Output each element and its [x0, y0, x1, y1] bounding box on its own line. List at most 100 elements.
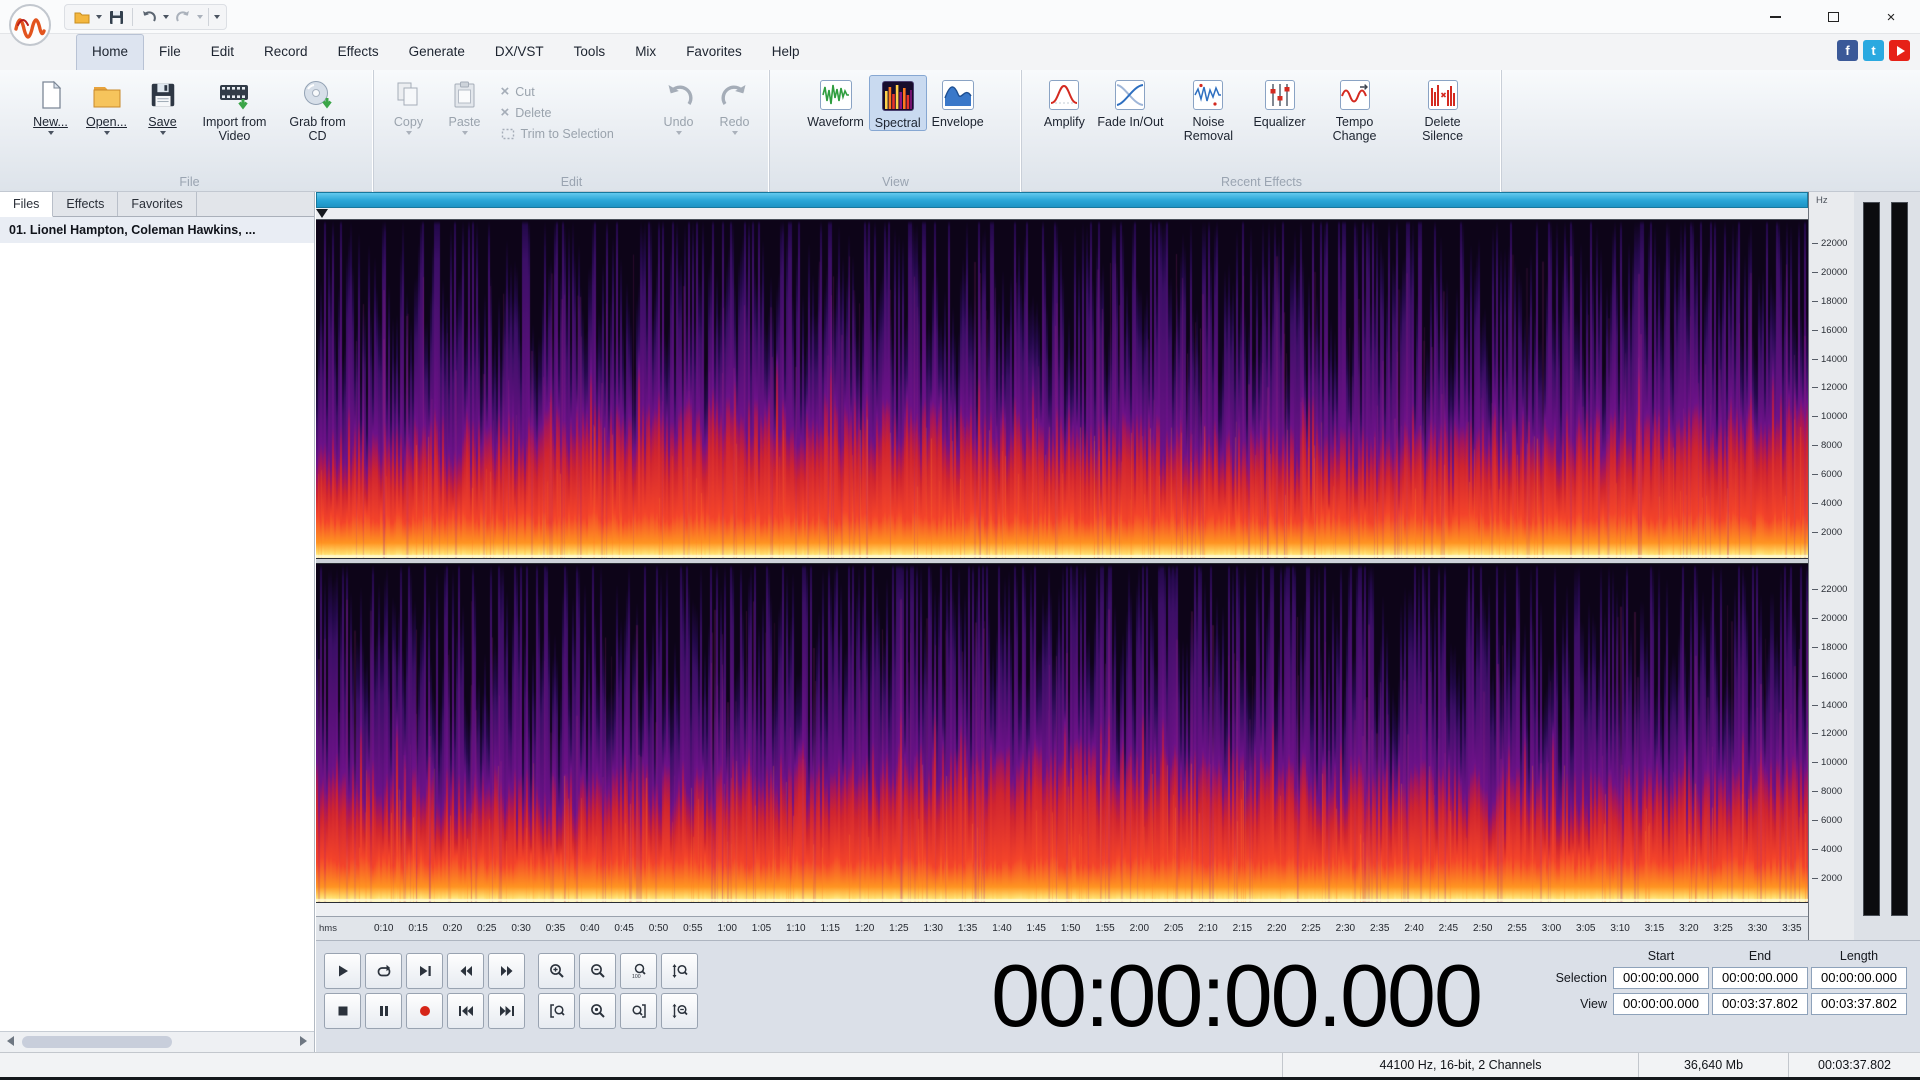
maximize-button[interactable] — [1804, 0, 1862, 34]
zoom-project-button[interactable] — [620, 993, 657, 1029]
skip-to-end-button[interactable] — [406, 953, 443, 989]
selection-start-field[interactable]: 00:00:00.000 — [1613, 967, 1709, 989]
tempo-change-button[interactable]: Tempo Change — [1311, 75, 1399, 143]
paste-button[interactable]: Paste — [437, 75, 493, 135]
redo-dropdown-caret-icon[interactable] — [197, 15, 203, 19]
qat-redo-button[interactable] — [172, 6, 194, 28]
time-tick-label: 1:50 — [1060, 923, 1081, 934]
menu-tab-effects[interactable]: Effects — [323, 34, 394, 70]
spectrogram-channel-1[interactable] — [316, 220, 1808, 558]
menu-tab-generate[interactable]: Generate — [394, 34, 480, 70]
close-button[interactable]: × — [1862, 0, 1920, 34]
cut-button[interactable]: × Cut — [501, 84, 643, 99]
menu-tab-help[interactable]: Help — [757, 34, 815, 70]
window-controls: × — [1746, 0, 1920, 34]
scrollbar-thumb[interactable] — [22, 1036, 172, 1048]
fast-forward-button[interactable] — [488, 953, 525, 989]
menu-tab-home[interactable]: Home — [76, 34, 145, 70]
zoom-vertical-out-button[interactable] — [661, 993, 698, 1029]
qat-undo-button[interactable] — [138, 6, 160, 28]
waveform-view-button[interactable]: Waveform — [802, 75, 869, 129]
menu-tab-favorites[interactable]: Favorites — [671, 34, 757, 70]
spectrogram-channel-2[interactable] — [316, 564, 1808, 902]
zoom-out-button[interactable] — [579, 953, 616, 989]
view-end-field[interactable]: 00:03:37.802 — [1712, 993, 1808, 1015]
view-length-field[interactable]: 00:03:37.802 — [1811, 993, 1907, 1015]
trim-to-selection-button[interactable]: Trim to Selection — [501, 127, 643, 141]
copy-button[interactable]: Copy — [381, 75, 437, 135]
dropdown-caret-icon[interactable] — [159, 131, 166, 135]
overview-scrollbar[interactable] — [316, 192, 1808, 208]
rewind-button[interactable] — [447, 953, 484, 989]
tick-dash — [1812, 387, 1818, 389]
equalizer-button[interactable]: Equalizer — [1248, 75, 1310, 129]
playback-position-marker[interactable] — [316, 209, 328, 218]
stop-button[interactable] — [324, 993, 361, 1029]
zoom-selection-button[interactable] — [538, 993, 575, 1029]
app-logo-icon[interactable] — [8, 3, 52, 47]
spectral-view-button[interactable]: Spectral — [868, 75, 927, 131]
amplify-button[interactable]: Amplify — [1036, 75, 1092, 129]
zoom-in-button[interactable] — [538, 953, 575, 989]
dropdown-caret-icon[interactable] — [461, 131, 468, 135]
envelope-view-button[interactable]: Envelope — [927, 75, 989, 129]
zoom-vertical-button[interactable] — [661, 953, 698, 989]
sidebar-tab-files[interactable]: Files — [0, 192, 54, 217]
undo-button[interactable]: Undo — [651, 75, 707, 135]
dropdown-caret-icon[interactable] — [675, 131, 682, 135]
grab-from-cd-button[interactable]: Grab from CD — [279, 75, 357, 143]
qat-customize-button[interactable] — [214, 15, 220, 19]
import-from-video-button[interactable]: Import from Video — [191, 75, 279, 143]
play-button[interactable] — [324, 953, 361, 989]
selection-end-field[interactable]: 00:00:00.000 — [1712, 967, 1808, 989]
save-button[interactable]: Save — [135, 75, 191, 135]
minimize-button[interactable] — [1746, 0, 1804, 34]
open-dropdown-caret-icon[interactable] — [96, 15, 102, 19]
status-file-size: 36,640 Mb — [1638, 1053, 1788, 1077]
menu-tab-edit[interactable]: Edit — [196, 34, 249, 70]
new-button[interactable]: New... — [23, 75, 79, 135]
film-strip-icon — [217, 77, 253, 113]
scroll-right-icon[interactable] — [300, 1036, 307, 1046]
menu-tab-record[interactable]: Record — [249, 34, 323, 70]
delete-button[interactable]: × Delete — [501, 105, 643, 120]
menu-tab-dxvst[interactable]: DX/VST — [480, 34, 559, 70]
dropdown-caret-icon[interactable] — [47, 131, 54, 135]
pause-button[interactable] — [365, 993, 402, 1029]
time-ruler[interactable]: hms 0:10 0:15 0:20 0:25 0:30 0:35 0:40 0:45 0:50… — [316, 916, 1808, 940]
loop-button[interactable] — [365, 953, 402, 989]
selection-length-field[interactable]: 00:00:00.000 — [1811, 967, 1907, 989]
frequency-scale: Hz 22000 20000 18000 16000 14000 12000 10000 80… — [1808, 192, 1854, 940]
sidebar-tab-effects[interactable]: Effects — [53, 192, 119, 216]
menu-tab-tools[interactable]: Tools — [559, 34, 621, 70]
file-list-item[interactable]: 01. Lionel Hampton, Coleman Hawkins, ... — [0, 217, 314, 243]
redo-button[interactable]: Redo — [707, 75, 763, 135]
view-start-field[interactable]: 00:00:00.000 — [1613, 993, 1709, 1015]
zoom-full-button[interactable] — [579, 993, 616, 1029]
qat-open-button[interactable] — [71, 6, 93, 28]
dropdown-caret-icon[interactable] — [103, 131, 110, 135]
menu-tab-mix[interactable]: Mix — [620, 34, 671, 70]
zoom-100-button[interactable]: 100 — [620, 953, 657, 989]
delete-silence-button[interactable]: Delete Silence — [1399, 75, 1487, 143]
menu-tab-file[interactable]: File — [144, 34, 196, 70]
scroll-left-icon[interactable] — [7, 1036, 14, 1046]
youtube-icon[interactable] — [1889, 40, 1910, 61]
dropdown-caret-icon[interactable] — [731, 131, 738, 135]
go-to-start-button[interactable] — [447, 993, 484, 1029]
noise-removal-button[interactable]: Noise Removal — [1168, 75, 1248, 143]
twitter-icon[interactable]: t — [1863, 40, 1884, 61]
open-button[interactable]: Open... — [79, 75, 135, 135]
dropdown-caret-icon[interactable] — [405, 131, 412, 135]
fade-in-out-button[interactable]: Fade In/Out — [1092, 75, 1168, 129]
title-bar[interactable]: × — [0, 0, 1920, 46]
sidebar-horizontal-scrollbar[interactable] — [0, 1031, 314, 1052]
record-button[interactable] — [406, 993, 443, 1029]
go-to-end-button[interactable] — [488, 993, 525, 1029]
facebook-icon[interactable]: f — [1837, 40, 1858, 61]
tick-dash — [1812, 503, 1818, 505]
undo-dropdown-caret-icon[interactable] — [163, 15, 169, 19]
sidebar-tab-favorites[interactable]: Favorites — [118, 192, 197, 216]
qat-save-button[interactable] — [105, 6, 127, 28]
marker-strip[interactable] — [316, 208, 1808, 220]
